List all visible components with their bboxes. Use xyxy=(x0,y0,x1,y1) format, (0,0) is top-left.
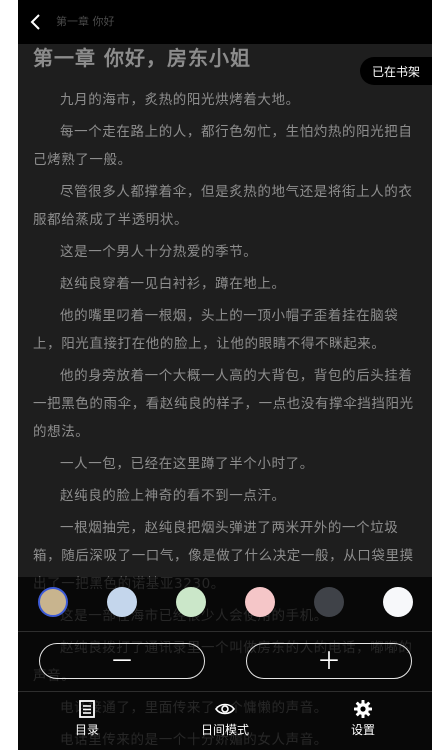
nav-toc-label: 目录 xyxy=(74,723,99,737)
back-button[interactable] xyxy=(24,10,48,34)
swatch-tan[interactable] xyxy=(38,587,68,617)
chapter-paragraph: 他的身旁放着一个大概一人高的大背包，背包的后头挂着一把黑色的雨伞，看赵纯良的样子… xyxy=(33,368,414,440)
nav-day-mode[interactable]: 日间模式 xyxy=(195,699,255,741)
chapter-paragraph: 九月的海市，炙热的阳光烘烤着大地。 xyxy=(60,92,300,108)
chapter-paragraph: 他的嘴里叼着一根烟，头上的一顶小帽子歪着挂在脑袋上，阳光直接打在他的脸上，让他的… xyxy=(33,308,399,352)
nav-settings-label: 设置 xyxy=(350,723,375,737)
chevron-left-icon xyxy=(30,14,40,30)
chapter-title: 第一章 你好，房东小姐 xyxy=(33,46,251,70)
swatch-dark-gray[interactable] xyxy=(314,587,344,617)
nav-toc[interactable]: 目录 xyxy=(62,699,112,741)
divider xyxy=(18,631,432,632)
font-increase-button[interactable]: ＋ xyxy=(246,643,412,679)
reading-settings-panel: － ＋ 目录 日间模式 设置 xyxy=(18,577,432,750)
chapter-paragraph: 赵纯良的脸上神奇的看不到一点汗。 xyxy=(60,488,286,504)
gear-icon xyxy=(354,700,372,718)
font-decrease-button[interactable]: － xyxy=(39,643,205,679)
top-bar: 第一章 你好 xyxy=(18,0,432,44)
chapter-paragraph: 一人一包，已经在这里蹲了半个小时了。 xyxy=(60,456,314,472)
chapter-paragraph: 尽管很多人都撑着伞，但是炙热的地气还是将街上人的衣服都给蒸成了半透明状。 xyxy=(33,184,413,228)
swatch-pink[interactable] xyxy=(245,587,275,617)
chapter-paragraph: 赵纯良穿着一见白衬衫，蹲在地上。 xyxy=(60,276,286,292)
nav-day-mode-label: 日间模式 xyxy=(200,723,249,737)
chapter-paragraph: 每一个走在路上的人，都行色匆忙，生怕灼热的阳光把自己烤熟了一般。 xyxy=(33,124,413,168)
background-color-swatches xyxy=(18,577,432,631)
header-title: 第一章 你好 xyxy=(56,15,115,28)
eye-icon xyxy=(215,703,235,715)
divider xyxy=(18,691,432,692)
minus-label: － xyxy=(110,647,134,675)
list-icon xyxy=(79,700,95,718)
swatch-light-blue[interactable] xyxy=(107,587,137,617)
chapter-paragraph: 这是一个男人十分热爱的季节。 xyxy=(60,244,258,260)
on-shelf-badge[interactable]: 已在书架 xyxy=(360,57,432,85)
swatch-light-green[interactable] xyxy=(176,587,206,617)
reader-screen: 第一章 你好 第一章 你好，房东小姐 已在书架 九月的海市，炙热的阳光烘烤着大地… xyxy=(18,0,432,750)
swatch-white[interactable] xyxy=(383,587,413,617)
nav-settings[interactable]: 设置 xyxy=(338,699,388,741)
plus-label: ＋ xyxy=(317,647,341,675)
